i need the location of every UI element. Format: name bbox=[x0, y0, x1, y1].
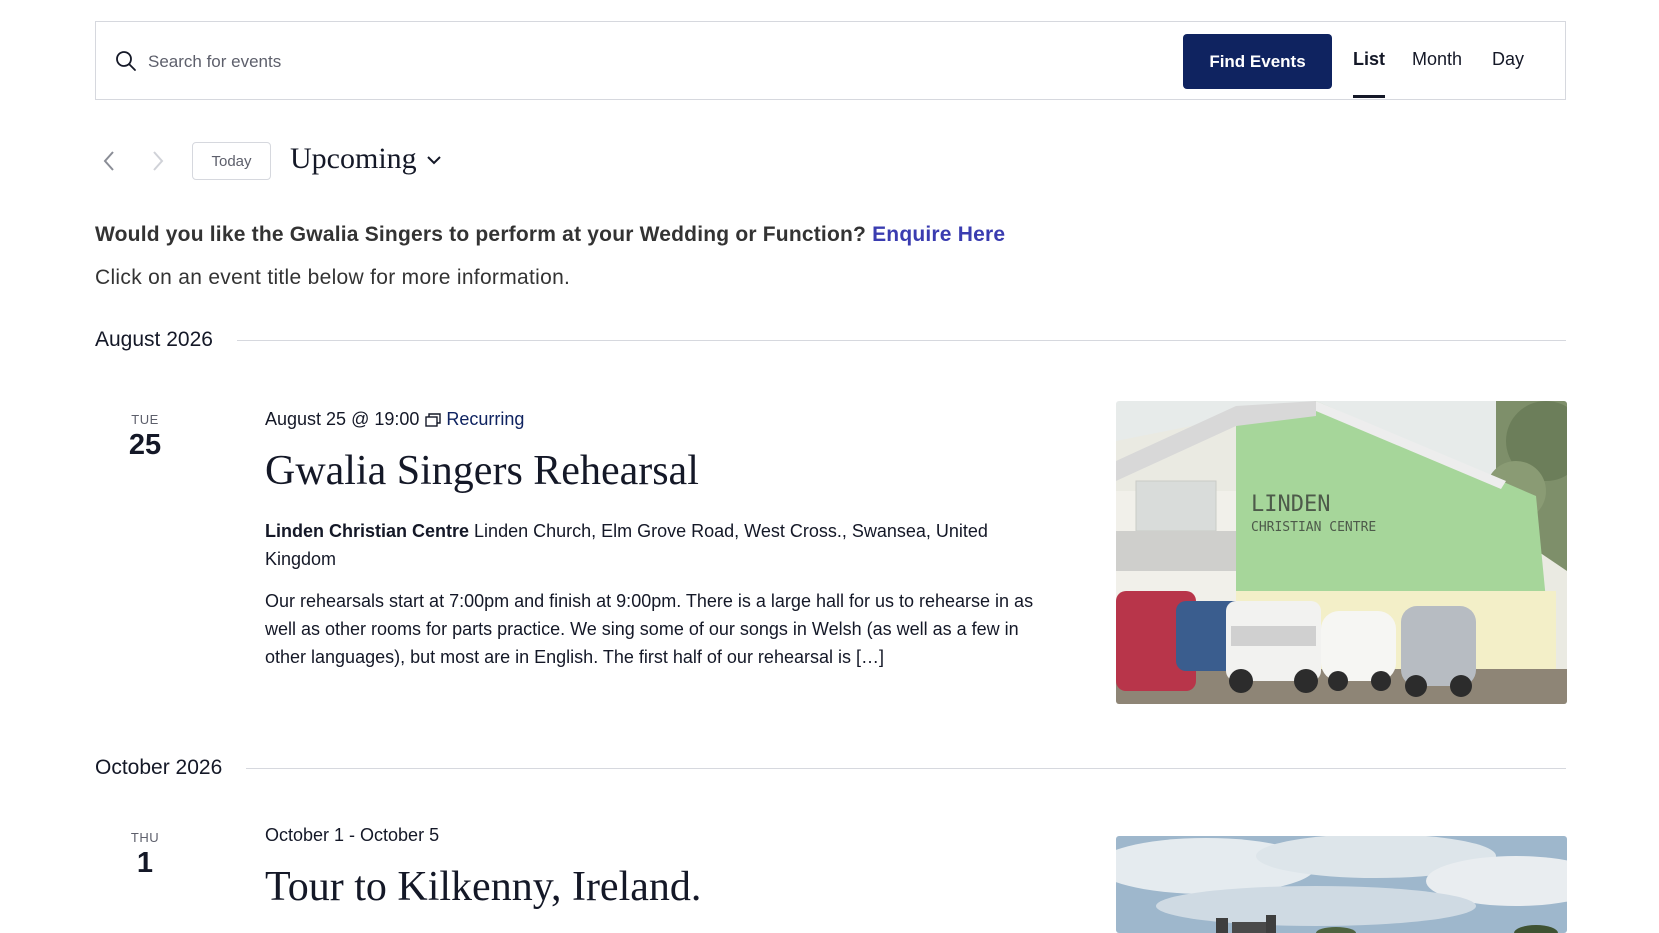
event-datetime-text: August 25 @ 19:00 bbox=[265, 409, 420, 429]
tab-list-view[interactable]: List bbox=[1353, 49, 1386, 98]
event-datetime-text: October 1 - October 5 bbox=[265, 825, 440, 845]
venue-name: Linden Christian Centre bbox=[265, 521, 470, 541]
event-day: 1 bbox=[136, 847, 154, 879]
event-weekday: THU bbox=[130, 830, 160, 845]
tab-month-view[interactable]: Month bbox=[1412, 49, 1462, 70]
next-arrow-icon[interactable] bbox=[148, 148, 168, 174]
intro-instruction: Click on an event title below for more i… bbox=[95, 266, 571, 289]
month-label: October 2026 bbox=[95, 756, 223, 779]
events-search-bar: Find Events List Month Day bbox=[95, 21, 1566, 100]
event-featured-image[interactable] bbox=[1116, 836, 1567, 933]
month-separator: August 2026 bbox=[95, 325, 1566, 355]
find-events-button[interactable]: Find Events bbox=[1183, 34, 1332, 89]
search-icon bbox=[116, 51, 136, 71]
event-day: 25 bbox=[128, 429, 162, 461]
month-label: August 2026 bbox=[95, 328, 213, 351]
intro-question: Would you like the Gwalia Singers to per… bbox=[95, 223, 1005, 247]
event-datetime: October 1 - October 5 bbox=[265, 825, 439, 846]
enquire-link[interactable]: Enquire Here bbox=[872, 223, 1005, 246]
event-date-tag: TUE 25 bbox=[115, 412, 175, 462]
tab-day-view[interactable]: Day bbox=[1492, 49, 1524, 70]
today-button[interactable]: Today bbox=[192, 142, 271, 180]
intro-question-text: Would you like the Gwalia Singers to per… bbox=[95, 223, 867, 246]
chevron-down-icon bbox=[426, 156, 441, 165]
recurring-link[interactable]: Recurring bbox=[425, 409, 524, 430]
event-datetime: August 25 @ 19:00 Recurring bbox=[265, 409, 524, 430]
sign-centre-text: CHRISTIAN CENTRE bbox=[1251, 520, 1376, 535]
event-title-link[interactable]: Gwalia Singers Rehearsal bbox=[265, 447, 699, 495]
event-featured-image[interactable]: LINDEN CHRISTIAN CENTRE bbox=[1116, 401, 1567, 704]
recurring-icon bbox=[425, 412, 442, 427]
recurring-label: Recurring bbox=[446, 409, 525, 429]
event-title-link[interactable]: Tour to Kilkenny, Ireland. bbox=[265, 863, 701, 911]
search-input[interactable] bbox=[146, 46, 1050, 78]
event-weekday: TUE bbox=[131, 412, 159, 427]
month-separator: October 2026 bbox=[95, 753, 1566, 783]
previous-arrow-icon[interactable] bbox=[99, 148, 119, 174]
date-range-label: Upcoming bbox=[290, 142, 417, 175]
divider bbox=[236, 339, 1566, 341]
event-venue: Linden Christian Centre Linden Church, E… bbox=[265, 517, 1025, 573]
event-description: Our rehearsals start at 7:00pm and finis… bbox=[265, 591, 1034, 667]
event-date-tag: THU 1 bbox=[115, 830, 175, 880]
date-range-selector[interactable]: Upcoming bbox=[290, 142, 441, 176]
sign-linden-text: LINDEN bbox=[1251, 492, 1330, 517]
divider bbox=[246, 767, 1566, 769]
